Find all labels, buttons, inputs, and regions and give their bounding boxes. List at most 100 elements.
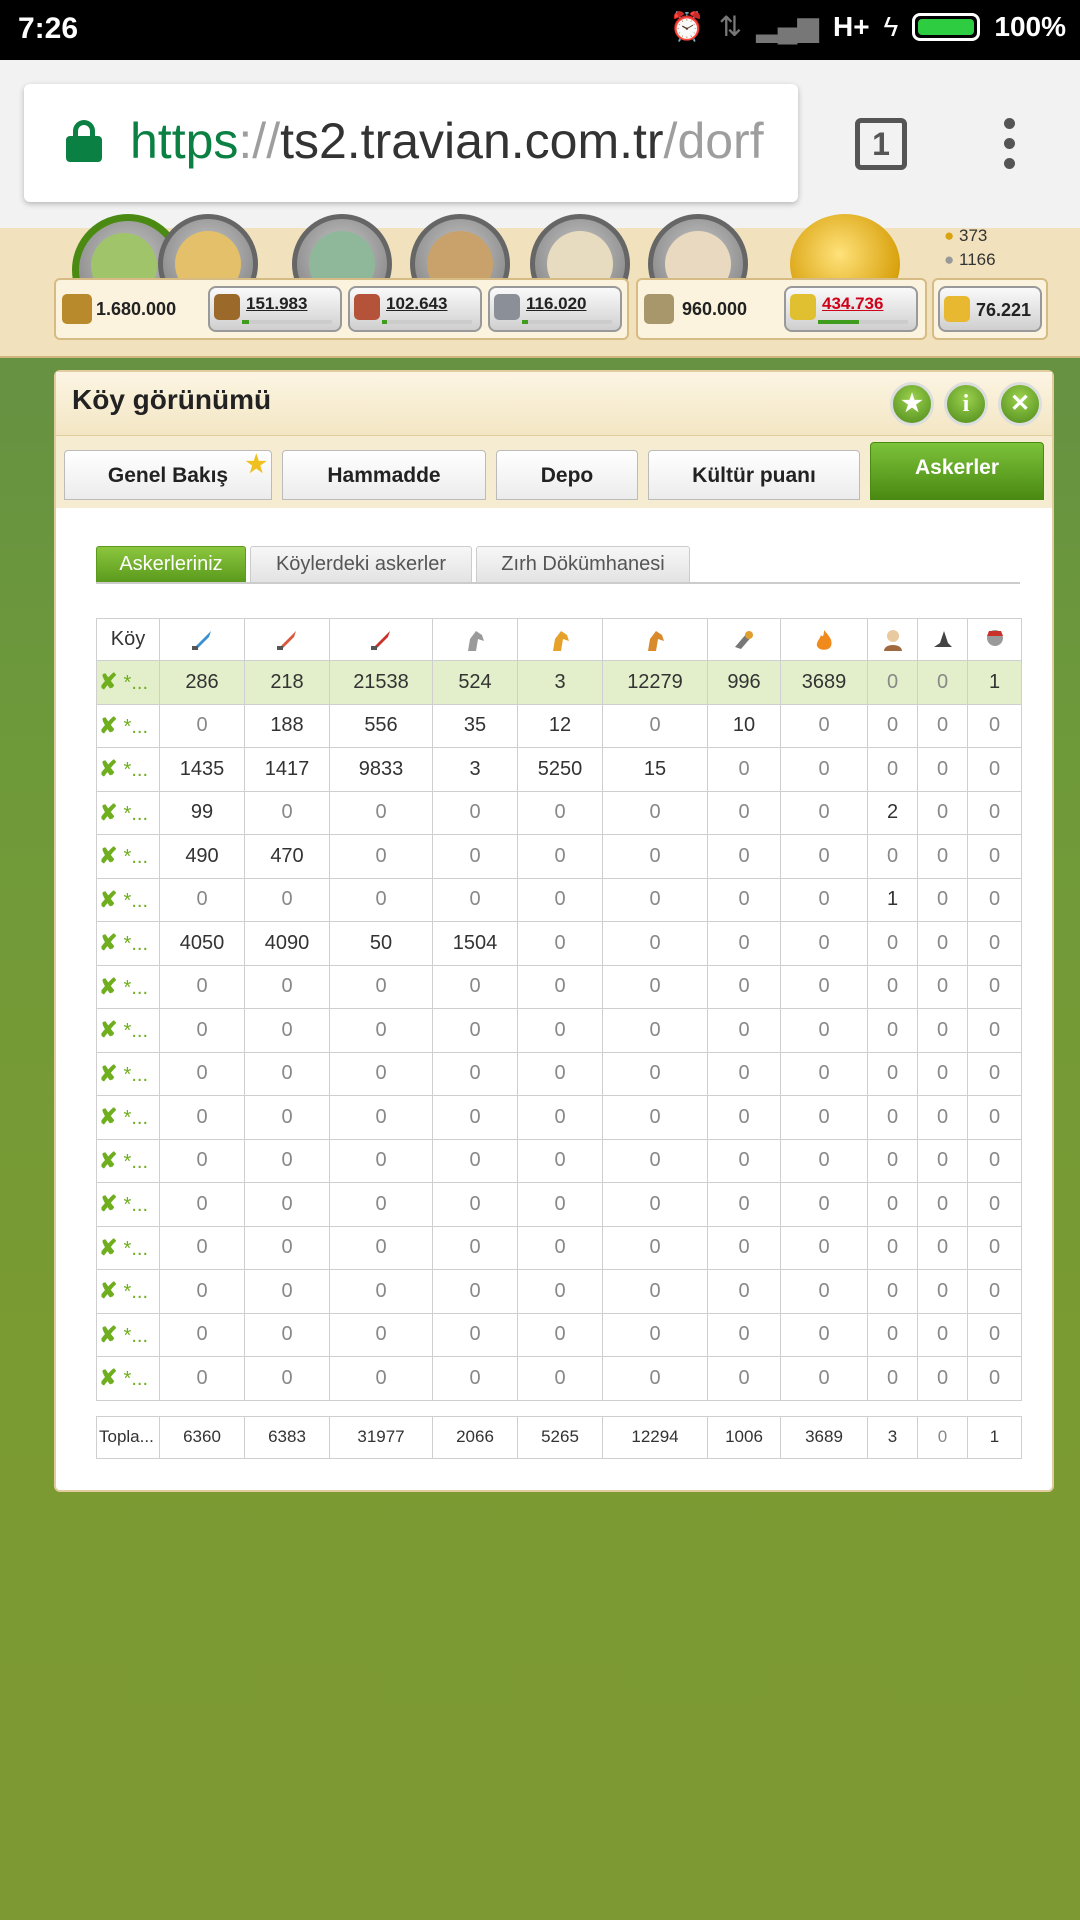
total-cell: 1006: [707, 1415, 781, 1459]
village-cell[interactable]: ✘ *...: [96, 1269, 160, 1314]
clay-stock[interactable]: 102.643: [348, 286, 482, 332]
troop-count-cell: 0: [329, 964, 433, 1009]
troop-count-cell: 0: [967, 964, 1022, 1009]
tab-overview[interactable]: Genel Bakış ★: [64, 450, 272, 500]
village-cell[interactable]: ✘ *...: [96, 964, 160, 1009]
wood-stock[interactable]: 151.983: [208, 286, 342, 332]
village-name[interactable]: *...: [124, 672, 148, 694]
iron-stock[interactable]: 116.020: [488, 286, 622, 332]
tab-troops[interactable]: Askerler: [870, 442, 1044, 500]
village-name[interactable]: *...: [124, 759, 148, 781]
troop-count-cell: 0: [159, 1095, 245, 1140]
village-name[interactable]: *...: [124, 1325, 148, 1347]
troop-count-cell: 0: [159, 1182, 245, 1227]
subtab-troops-in-villages[interactable]: Köylerdeki askerler: [250, 546, 472, 582]
favorite-star-button[interactable]: ★: [890, 382, 934, 426]
village-name[interactable]: *...: [124, 1194, 148, 1216]
troop-count-cell: 0: [967, 1051, 1022, 1096]
village-cell[interactable]: ✘ *...: [96, 660, 160, 705]
tab-resources[interactable]: Hammadde: [282, 450, 486, 500]
troop-count-cell: 0: [867, 1051, 918, 1096]
troop-count-cell: 0: [329, 1269, 433, 1314]
village-icon: ✘: [99, 1147, 124, 1173]
troop-count-cell: 0: [780, 921, 868, 966]
tab-warehouse[interactable]: Depo: [496, 450, 638, 500]
crop-stock[interactable]: 434.736: [784, 286, 918, 332]
troop-count-cell: 0: [867, 660, 918, 705]
hero-icon: [967, 618, 1022, 661]
troop-count-cell: 0: [867, 1138, 918, 1183]
village-cell[interactable]: ✘ *...: [96, 1182, 160, 1227]
scout-icon: [432, 618, 518, 661]
troop-count-cell: 0: [517, 1225, 603, 1270]
troop-count-cell: 2: [867, 790, 918, 835]
currency-display: ● 373 ● 1166: [944, 224, 996, 272]
troop-count-cell: 996: [707, 660, 781, 705]
village-cell[interactable]: ✘ *...: [96, 1095, 160, 1140]
village-cell[interactable]: ✘ *...: [96, 877, 160, 922]
village-name[interactable]: *...: [124, 1368, 148, 1390]
village-cell[interactable]: ✘ *...: [96, 1312, 160, 1357]
troop-count-cell: 50: [329, 921, 433, 966]
troop-count-cell: 0: [780, 747, 868, 792]
village-cell[interactable]: ✘ *...: [96, 1356, 160, 1401]
troop-count-cell: 0: [867, 1312, 918, 1357]
axeman-icon: [329, 618, 433, 661]
table-row: ✘ *... 0 0 0 0 0 0 0 0 1 0 0: [96, 877, 1022, 922]
tab-culture-points[interactable]: Kültür puanı: [648, 450, 860, 500]
troop-count-cell: 470: [244, 834, 330, 879]
village-cell[interactable]: ✘ *...: [96, 1008, 160, 1053]
troop-count-cell: 0: [917, 703, 968, 748]
troop-count-cell: 0: [244, 1182, 330, 1227]
village-name[interactable]: *...: [124, 1238, 148, 1260]
tab-switcher-button[interactable]: 1: [855, 118, 907, 170]
village-icon: ✘: [99, 1060, 124, 1086]
village-name[interactable]: *...: [124, 933, 148, 955]
troop-count-cell: 0: [967, 877, 1022, 922]
close-button[interactable]: ✕: [998, 382, 1042, 426]
village-name[interactable]: *...: [124, 1020, 148, 1042]
village-icon: ✘: [99, 843, 124, 869]
village-name[interactable]: *...: [124, 716, 148, 738]
address-bar[interactable]: https://ts2.travian.com.tr/dorf: [24, 84, 798, 202]
crop-production[interactable]: 76.221: [938, 286, 1042, 332]
overflow-menu-icon[interactable]: [1004, 118, 1016, 170]
troop-count-cell: 0: [780, 1138, 868, 1183]
clay-icon: [354, 294, 380, 320]
troop-count-cell: 0: [159, 1312, 245, 1357]
village-name[interactable]: *...: [124, 1151, 148, 1173]
subtab-your-troops[interactable]: Askerleriniz: [96, 546, 246, 582]
info-button[interactable]: i: [944, 382, 988, 426]
village-cell[interactable]: ✘ *...: [96, 790, 160, 835]
village-name[interactable]: *...: [124, 1107, 148, 1129]
troop-count-cell: 0: [432, 790, 518, 835]
village-cell[interactable]: ✘ *...: [96, 1225, 160, 1270]
subtab-smithy[interactable]: Zırh Dökümhanesi: [476, 546, 690, 582]
troop-count-cell: 21538: [329, 660, 433, 705]
troop-count-cell: 0: [244, 1095, 330, 1140]
warehouse-capacity: 1.680.000: [96, 299, 177, 319]
granary-capacity: 960.000: [682, 299, 748, 319]
troop-count-cell: 0: [602, 1225, 708, 1270]
troop-count-cell: 0: [867, 1356, 918, 1401]
village-cell[interactable]: ✘ *...: [96, 1051, 160, 1096]
troop-count-cell: 0: [967, 1138, 1022, 1183]
village-cell[interactable]: ✘ *...: [96, 1138, 160, 1183]
village-icon: ✘: [99, 1234, 124, 1260]
village-cell[interactable]: ✘ *...: [96, 703, 160, 748]
village-name[interactable]: *...: [124, 846, 148, 868]
village-cell[interactable]: ✘ *...: [96, 834, 160, 879]
silver-icon: ●: [944, 250, 955, 269]
village-cell[interactable]: ✘ *...: [96, 747, 160, 792]
spearman-icon: [244, 618, 330, 661]
troop-count-cell: 3: [432, 747, 518, 792]
village-name[interactable]: *...: [124, 1281, 148, 1303]
village-name[interactable]: *...: [124, 1064, 148, 1086]
village-name[interactable]: *...: [124, 977, 148, 999]
troop-count-cell: 0: [517, 834, 603, 879]
troop-count-cell: 0: [867, 921, 918, 966]
url-text[interactable]: https://ts2.travian.com.tr/dorf: [130, 112, 790, 170]
village-name[interactable]: *...: [124, 890, 148, 912]
village-name[interactable]: *...: [124, 803, 148, 825]
village-cell[interactable]: ✘ *...: [96, 921, 160, 966]
